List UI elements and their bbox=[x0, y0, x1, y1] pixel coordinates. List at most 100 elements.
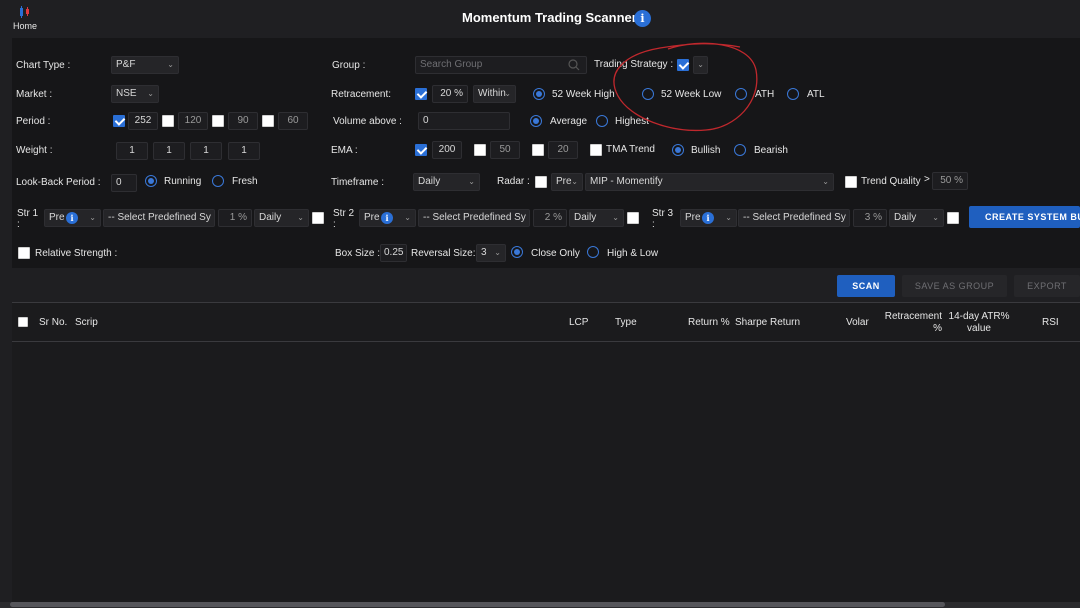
info-icon[interactable]: i bbox=[634, 10, 651, 27]
radio-52-week-low[interactable] bbox=[642, 88, 654, 100]
chevron-down-icon: ⌄ bbox=[725, 213, 732, 222]
str1-timeframe-select[interactable]: Daily ⌄ bbox=[254, 209, 309, 227]
period-checkbox-1[interactable] bbox=[113, 115, 125, 127]
create-system-button[interactable]: CREATE SYSTEM BUIL bbox=[969, 206, 1080, 228]
col-sr-no[interactable]: Sr No. bbox=[39, 317, 67, 329]
radar-checkbox[interactable] bbox=[535, 176, 547, 188]
chevron-down-icon: ⌄ bbox=[571, 177, 578, 186]
str1-system-select[interactable]: -- Select Predefined Sy bbox=[103, 209, 215, 227]
chevron-down-icon: ⌄ bbox=[932, 213, 939, 222]
ema-input-2[interactable]: 50 bbox=[490, 141, 520, 159]
str2-system-select[interactable]: -- Select Predefined Sy bbox=[418, 209, 530, 227]
radio-atl[interactable] bbox=[787, 88, 799, 100]
ema-checkbox-1[interactable] bbox=[415, 144, 427, 156]
radio-highest[interactable] bbox=[596, 115, 608, 127]
radio-52-week-high[interactable] bbox=[533, 88, 545, 100]
col-rsi[interactable]: RSI bbox=[1042, 317, 1059, 329]
weight-input-3[interactable]: 1 bbox=[190, 142, 222, 160]
str2-timeframe-select[interactable]: Daily ⌄ bbox=[569, 209, 624, 227]
chart-type-select[interactable]: P&F ⌄ bbox=[111, 56, 179, 74]
retracement-value: 20 bbox=[440, 88, 452, 99]
col-return[interactable]: Return % bbox=[688, 317, 730, 329]
home-label: Home bbox=[12, 21, 37, 31]
select-all-checkbox[interactable] bbox=[18, 317, 28, 327]
horizontal-scrollbar-thumb[interactable] bbox=[10, 602, 945, 607]
trading-strategy-checkbox[interactable] bbox=[677, 59, 689, 71]
retracement-checkbox[interactable] bbox=[415, 88, 427, 100]
col-scrip[interactable]: Scrip bbox=[75, 317, 98, 329]
col-atr[interactable]: 14-day ATR% value bbox=[946, 311, 1012, 335]
radio-fresh[interactable] bbox=[212, 175, 224, 187]
radio-high-low[interactable] bbox=[587, 246, 599, 258]
period-input-3[interactable]: 90 bbox=[228, 112, 258, 130]
tma-trend-checkbox[interactable] bbox=[590, 144, 602, 156]
radio-ath[interactable] bbox=[735, 88, 747, 100]
radar-pre-select[interactable]: Pre ⌄ bbox=[551, 173, 583, 191]
str3-checkbox[interactable] bbox=[947, 212, 959, 224]
radio-running[interactable] bbox=[145, 175, 157, 187]
radar-select[interactable]: MIP - Momentify ⌄ bbox=[585, 173, 834, 191]
str2-pct-value: 2 bbox=[544, 212, 551, 223]
str2-info-icon[interactable]: i bbox=[381, 212, 393, 224]
col-sharpe-return[interactable]: Sharpe Return bbox=[735, 317, 800, 329]
ema-checkbox-3[interactable] bbox=[532, 144, 544, 156]
radio-close-only[interactable] bbox=[511, 246, 523, 258]
market-select[interactable]: NSE ⌄ bbox=[111, 85, 159, 103]
group-search-input[interactable]: Search Group bbox=[415, 56, 587, 74]
retracement-mode-select[interactable]: Within ⌄ bbox=[473, 85, 516, 103]
period-checkbox-2[interactable] bbox=[162, 115, 174, 127]
lookback-input[interactable]: 0 bbox=[111, 174, 137, 192]
str3-info-icon[interactable]: i bbox=[702, 212, 714, 224]
radio-bullish-label: Bullish bbox=[691, 145, 721, 156]
retracement-input[interactable]: 20 % bbox=[432, 85, 468, 103]
str2-pre-value: Pre bbox=[364, 212, 380, 223]
str3-system-select[interactable]: -- Select Predefined Sy bbox=[738, 209, 850, 227]
period-input-1[interactable]: 252 bbox=[128, 112, 158, 130]
radio-ath-label: ATH bbox=[755, 89, 775, 100]
ema-checkbox-2[interactable] bbox=[474, 144, 486, 156]
volume-input[interactable]: 0 bbox=[418, 112, 510, 130]
trend-quality-checkbox[interactable] bbox=[845, 176, 857, 188]
chevron-down-icon: ⌄ bbox=[167, 60, 174, 69]
str1-checkbox[interactable] bbox=[312, 212, 324, 224]
relative-strength-checkbox[interactable] bbox=[18, 247, 30, 259]
volume-label: Volume above : bbox=[333, 116, 402, 127]
trading-strategy-select[interactable]: ⌄ bbox=[693, 56, 708, 74]
ema-input-3[interactable]: 20 bbox=[548, 141, 578, 159]
weight-input-2[interactable]: 1 bbox=[153, 142, 185, 160]
weight-input-1[interactable]: 1 bbox=[116, 142, 148, 160]
radio-average[interactable] bbox=[530, 115, 542, 127]
reversal-size-select[interactable]: 3 ⌄ bbox=[476, 244, 506, 262]
str1-pre-value: Pre bbox=[49, 212, 65, 223]
chevron-down-icon: ⌄ bbox=[404, 213, 411, 222]
col-retracement[interactable]: Retracement % bbox=[880, 311, 942, 335]
box-size-input[interactable]: 0.25 bbox=[380, 244, 407, 262]
save-as-group-button[interactable]: SAVE AS GROUP bbox=[902, 275, 1007, 297]
period-input-2[interactable]: 120 bbox=[178, 112, 208, 130]
timeframe-select[interactable]: Daily ⌄ bbox=[413, 173, 480, 191]
str2-checkbox[interactable] bbox=[627, 212, 639, 224]
ema-input-1[interactable]: 200 bbox=[432, 141, 462, 159]
radio-bullish[interactable] bbox=[672, 144, 684, 156]
period-checkbox-3[interactable] bbox=[212, 115, 224, 127]
str1-label: Str 1 bbox=[17, 208, 39, 219]
col-type[interactable]: Type bbox=[615, 317, 637, 329]
tma-trend-label: TMA Trend bbox=[606, 144, 655, 155]
period-checkbox-4[interactable] bbox=[262, 115, 274, 127]
period-input-4[interactable]: 60 bbox=[278, 112, 308, 130]
radio-bearish[interactable] bbox=[734, 144, 746, 156]
str1-pct-input[interactable]: 1 % bbox=[218, 209, 252, 227]
scan-button[interactable]: SCAN bbox=[837, 275, 895, 297]
weight-input-4[interactable]: 1 bbox=[228, 142, 260, 160]
str3-pct-input[interactable]: 3 % bbox=[853, 209, 887, 227]
col-lcp[interactable]: LCP bbox=[569, 317, 588, 329]
str1-info-icon[interactable]: i bbox=[66, 212, 78, 224]
col-volar[interactable]: Volar bbox=[846, 317, 869, 329]
trend-quality-value: 50 bbox=[940, 175, 952, 186]
radio-bearish-label: Bearish bbox=[754, 145, 788, 156]
trend-quality-input[interactable]: 50 % bbox=[932, 172, 968, 190]
str3-timeframe-select[interactable]: Daily ⌄ bbox=[889, 209, 944, 227]
str2-pct-input[interactable]: 2 % bbox=[533, 209, 567, 227]
export-button[interactable]: EXPORT bbox=[1014, 275, 1080, 297]
home-button[interactable]: Home bbox=[10, 5, 40, 31]
